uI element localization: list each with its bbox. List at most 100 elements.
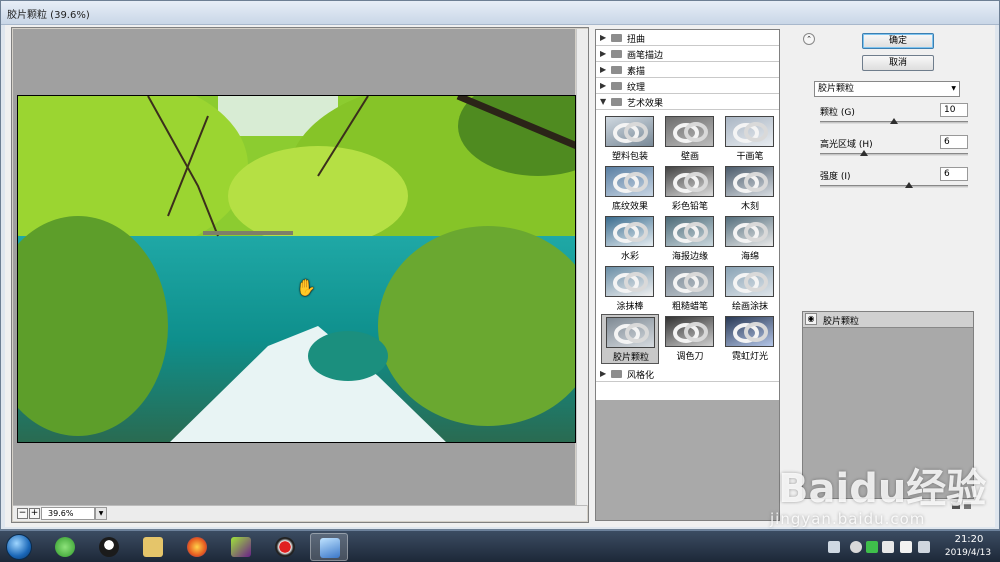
clock-date[interactable]: 2019/4/13 [940, 548, 996, 558]
taskbar-app-photoshop[interactable] [310, 533, 348, 561]
landscape-photo [18, 96, 575, 442]
preview-scrollbar[interactable] [576, 29, 588, 505]
preview-panel: ✋ − + 39.6% ▼ [11, 27, 589, 523]
filter-thumbnail[interactable]: 胶片颗粒 [601, 314, 659, 364]
eye-icon[interactable]: ◉ [805, 313, 817, 325]
collapsed-arrow-icon: ▶ [600, 81, 607, 90]
flag-icon[interactable] [918, 541, 930, 553]
filter-thumbnail[interactable]: 底纹效果 [601, 164, 659, 214]
slider-thumb[interactable] [890, 118, 898, 124]
param-slider[interactable] [820, 118, 968, 124]
cancel-button[interactable]: 取消 [862, 55, 934, 71]
param-label: 颗粒 (G) [820, 108, 855, 118]
preview-canvas[interactable]: ✋ [13, 29, 576, 505]
ok-button[interactable]: 确定 [862, 33, 934, 49]
filter-gallery-window: 胶片颗粒 (39.6%) ✋ − + 39.6% ▼ ▶ 扭曲 ▶ 画笔描边 ▶… [0, 0, 1000, 530]
filter-thumbnail[interactable]: 塑料包装 [601, 114, 659, 164]
photoshop-icon [320, 538, 340, 558]
effect-layer-row[interactable]: ◉ 胶片颗粒 [803, 312, 973, 328]
param-value-field[interactable]: 6 [940, 135, 968, 149]
slider-thumb[interactable] [860, 150, 869, 156]
zoom-field[interactable]: 39.6% [41, 507, 95, 520]
category-item[interactable]: ▶ 风格化 [596, 366, 779, 382]
category-item[interactable]: ▶ 画笔描边 [596, 46, 779, 62]
filter-thumbnail[interactable]: 粗糙蜡笔 [661, 264, 719, 314]
filter-thumbnail-image [605, 216, 654, 247]
filter-thumbnail[interactable]: 海绵 [721, 214, 779, 264]
volume-icon[interactable] [900, 541, 912, 553]
param-slider[interactable] [820, 182, 968, 188]
filter-thumbnail[interactable]: 水彩 [601, 214, 659, 264]
media-player-icon [231, 537, 251, 557]
qq-icon [99, 537, 119, 557]
collapsed-arrow-icon: ▶ [600, 49, 607, 58]
preview-image[interactable] [17, 95, 576, 443]
zoom-in-button[interactable]: + [29, 508, 40, 519]
filter-thumbnail[interactable]: 干画笔 [721, 114, 779, 164]
taskbar-app-recorder[interactable] [266, 533, 304, 561]
filter-thumbnail-label: 彩色铅笔 [671, 202, 708, 212]
clock-time[interactable]: 21:20 [946, 534, 992, 545]
start-button[interactable] [6, 534, 32, 560]
taskbar: 21:20 2019/4/13 [0, 530, 1000, 562]
category-artistic[interactable]: ▼ 艺术效果 [596, 94, 779, 110]
new-effect-layer-icon[interactable] [952, 502, 960, 509]
collapsed-arrow-icon: ▶ [600, 33, 607, 42]
knot-icon [673, 222, 708, 243]
category-item[interactable]: ▶ 素描 [596, 62, 779, 78]
taskbar-app-media-player[interactable] [222, 533, 260, 561]
taskbar-app-qq[interactable] [90, 533, 128, 561]
knot-icon [613, 272, 648, 293]
filter-thumbnail[interactable]: 壁画 [661, 114, 719, 164]
zoom-out-button[interactable]: − [17, 508, 28, 519]
category-group-top: ▶ 扭曲 ▶ 画笔描边 ▶ 素描 ▶ 纹理 [596, 30, 779, 94]
filter-thumbnail[interactable]: 调色刀 [661, 314, 719, 364]
zoom-dropdown-icon[interactable]: ▼ [95, 507, 107, 520]
filter-thumbnail-label: 涂抹棒 [616, 302, 644, 312]
filter-thumbnail[interactable]: 彩色铅笔 [661, 164, 719, 214]
knot-icon [733, 122, 768, 143]
param-value-field[interactable]: 10 [940, 103, 968, 117]
collapsed-arrow-icon: ▶ [600, 65, 607, 74]
filter-thumbnail-image [725, 266, 774, 297]
wechat-icon[interactable] [866, 541, 878, 553]
knot-icon [733, 172, 768, 193]
filter-thumbnail[interactable]: 绘画涂抹 [721, 264, 779, 314]
category-item[interactable]: ▶ 纹理 [596, 78, 779, 94]
keyboard-icon[interactable] [828, 541, 840, 553]
category-item[interactable]: ▶ 扭曲 [596, 30, 779, 46]
network-icon[interactable] [882, 541, 894, 553]
taskbar-app-browser-360[interactable] [46, 533, 84, 561]
filter-list-panel: ▶ 扭曲 ▶ 画笔描边 ▶ 素描 ▶ 纹理 ▼ 艺术效果 塑料包装 壁画 干画笔 底纹效果 彩色铅笔 木… [595, 29, 780, 521]
filter-thumbnail[interactable]: 木刻 [721, 164, 779, 214]
filter-select[interactable]: 胶片颗粒 ▼ [814, 81, 960, 97]
filter-thumbnail-image [665, 166, 714, 197]
filter-thumbnail-image [606, 317, 655, 348]
folder-icon [611, 34, 622, 42]
knot-icon [733, 272, 768, 293]
filter-thumbnail-image [665, 216, 714, 247]
filter-thumbnail[interactable]: 海报边缘 [661, 214, 719, 264]
recorder-icon [275, 537, 295, 557]
filter-thumbnail-image [665, 116, 714, 147]
taskbar-app-firefox[interactable] [178, 533, 216, 561]
dropdown-arrow-icon: ▼ [951, 85, 956, 92]
filter-thumbnail-label: 塑料包装 [611, 152, 648, 162]
knot-icon [733, 322, 768, 343]
filter-thumbnail-label: 绘画涂抹 [731, 302, 768, 312]
param-slider[interactable] [820, 150, 968, 156]
tray-arrow-icon[interactable] [850, 541, 862, 553]
param-value-field[interactable]: 6 [940, 167, 968, 181]
collapse-panel-button[interactable]: ⌃ [803, 33, 815, 45]
delete-effect-layer-icon[interactable] [964, 502, 971, 509]
taskbar-app-file-explorer[interactable] [134, 533, 172, 561]
title-bar[interactable]: 胶片颗粒 (39.6%) [1, 1, 999, 25]
category-label: 纹理 [627, 83, 646, 93]
filter-thumbnail[interactable]: 涂抹棒 [601, 264, 659, 314]
filter-thumbnail[interactable]: 霓虹灯光 [721, 314, 779, 364]
slider-thumb[interactable] [904, 182, 913, 188]
filter-thumbnail-image [605, 166, 654, 197]
category-group-bottom: ▶ 风格化 [596, 366, 779, 382]
filter-thumbnail-label: 干画笔 [736, 152, 764, 162]
folder-icon [611, 98, 622, 106]
